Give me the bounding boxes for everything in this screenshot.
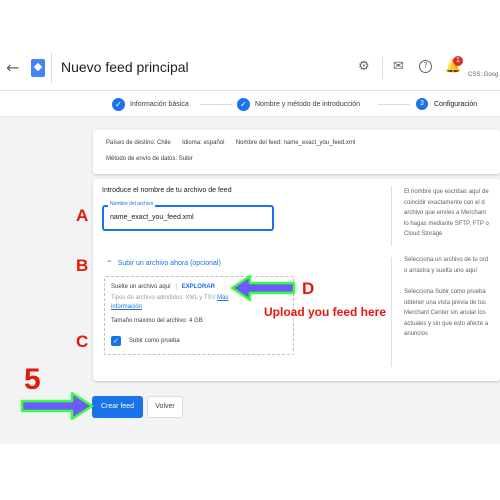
step-connector (378, 104, 410, 105)
feed-name-value: name_exact_you_feed.xml (283, 140, 356, 146)
chevron-up-icon: ⌃ (106, 259, 113, 268)
help-line: Selecciona un archivo de tu ord (404, 257, 489, 263)
annotation-c: C (76, 332, 89, 351)
file-types-label: Tipos de archivo admitidos: XML y TSV (111, 295, 216, 301)
step-name-method: ✓ Nombre y método de introducción (237, 97, 360, 111)
help-line: actuales y sin que esto afecte a (404, 320, 489, 327)
annotation-b: B (76, 256, 89, 275)
help-line: lo hagas mediante SFTP, FTP o (404, 220, 489, 227)
countries-value: Chile (157, 140, 171, 146)
countries-label: Países de destino: (106, 140, 156, 146)
help-line: El nombre que escribas aquí de (404, 189, 489, 195)
file-name-input[interactable]: name_exact_you_feed.xml (110, 214, 194, 221)
help-line: Cloud Storage (404, 231, 443, 237)
header-divider (51, 53, 52, 83)
language-value: español (203, 140, 225, 146)
mail-icon[interactable]: ✉ (393, 59, 404, 75)
summary-card: Países de destino: Chile Idioma: español… (93, 130, 500, 174)
annotation-d: D (302, 279, 315, 298)
progress-stepper: ✓ Información básica ✓ Nombre y método d… (0, 91, 500, 117)
step-connector (200, 104, 232, 105)
back-button[interactable]: Volver (147, 396, 183, 418)
annotation-a: A (76, 206, 89, 225)
upload-toggle-label: Subir un archivo ahora (opcional) (117, 260, 221, 267)
create-feed-button[interactable]: Crear feed (92, 396, 143, 418)
drop-zone-text: Suelte un archivo aquí | EXPLORAR (111, 284, 215, 290)
form-heading: Introduce el nombre de tu archivo de fee… (102, 187, 232, 194)
help-line: anuncios (404, 331, 429, 337)
gear-icon[interactable]: ⚙ (358, 59, 370, 75)
summary-line-2: Método de envío de datos: Subir (106, 156, 193, 162)
step-label: Configuración (434, 100, 478, 108)
language-label: Idioma: (182, 140, 202, 146)
step-label: Información básica (130, 100, 189, 108)
step-label: Nombre y método de introducción (255, 100, 361, 108)
help-line: coincidir exactamente con el d (404, 199, 485, 206)
method-value: Subir (178, 156, 193, 162)
upload-toggle[interactable]: ⌃ Subir un archivo ahora (opcional) (106, 259, 221, 268)
feed-name-label: Nombre del feed: (235, 140, 282, 146)
file-types-text: Tipos de archivo admitidos: XML y TSV Má… (111, 295, 229, 301)
notification-badge: 1 (453, 56, 463, 66)
upload-help-1: Selecciona un archivo de tu ord o arrast… (404, 255, 488, 276)
more-info-link[interactable]: Más (217, 295, 228, 301)
file-name-help: El nombre que escribas aquí de coincidir… (404, 187, 489, 240)
annotation-step: 5 (24, 363, 41, 396)
arrow-right-icon (20, 391, 94, 421)
help-line: Merchant Center sin anular los (404, 310, 486, 316)
summary-line-1: Países de destino: Chile Idioma: español… (106, 140, 355, 146)
help-divider (391, 186, 392, 246)
more-info-link-cont[interactable]: información (111, 304, 142, 310)
help-line: archivo que envíes a Merchant (404, 210, 487, 216)
drop-divider: | (175, 284, 177, 290)
method-label: Método de envío de datos: (106, 156, 178, 162)
merchant-center-logo-icon (31, 59, 45, 77)
step-configuration: 3 Configuración (416, 97, 477, 111)
page-title: Nuevo feed principal (61, 59, 189, 75)
help-line: Selecciona Subir como prueba (404, 289, 486, 295)
test-upload-label: Subir como prueba (129, 338, 180, 344)
test-upload-checkbox[interactable]: ✓ (111, 336, 121, 346)
check-circle-icon: ✓ (112, 97, 125, 111)
step-basic-info: ✓ Información básica (112, 97, 189, 111)
help-line: obtener una vista previa de tus (404, 299, 487, 306)
header-divider-right (382, 57, 383, 79)
check-circle-icon: ✓ (237, 97, 250, 111)
drop-label: Suelte un archivo aquí (111, 284, 171, 290)
help-divider (391, 257, 392, 367)
arrow-left-icon (230, 274, 296, 302)
upload-help-2: Selecciona Subir como prueba obtener una… (404, 287, 488, 340)
help-icon[interactable]: ? (419, 60, 432, 73)
arrow-back-icon[interactable]: ← (6, 58, 19, 77)
explore-link[interactable]: EXPLORAR (182, 284, 215, 290)
upload-note: Upload you feed here (264, 305, 387, 319)
help-line: o arrastra y suelta uno aquí (404, 267, 478, 274)
app-header: ← Nuevo feed principal ⚙ ✉ ? 🔔 1 CSS: Go… (0, 45, 500, 91)
step-number: 3 (416, 98, 428, 110)
max-size-text: Tamaño máximo del archivo: 4 GB (111, 318, 203, 324)
account-name[interactable]: CSS: Goog (468, 72, 498, 78)
file-name-field-label: Nombre del archivo (108, 201, 156, 207)
